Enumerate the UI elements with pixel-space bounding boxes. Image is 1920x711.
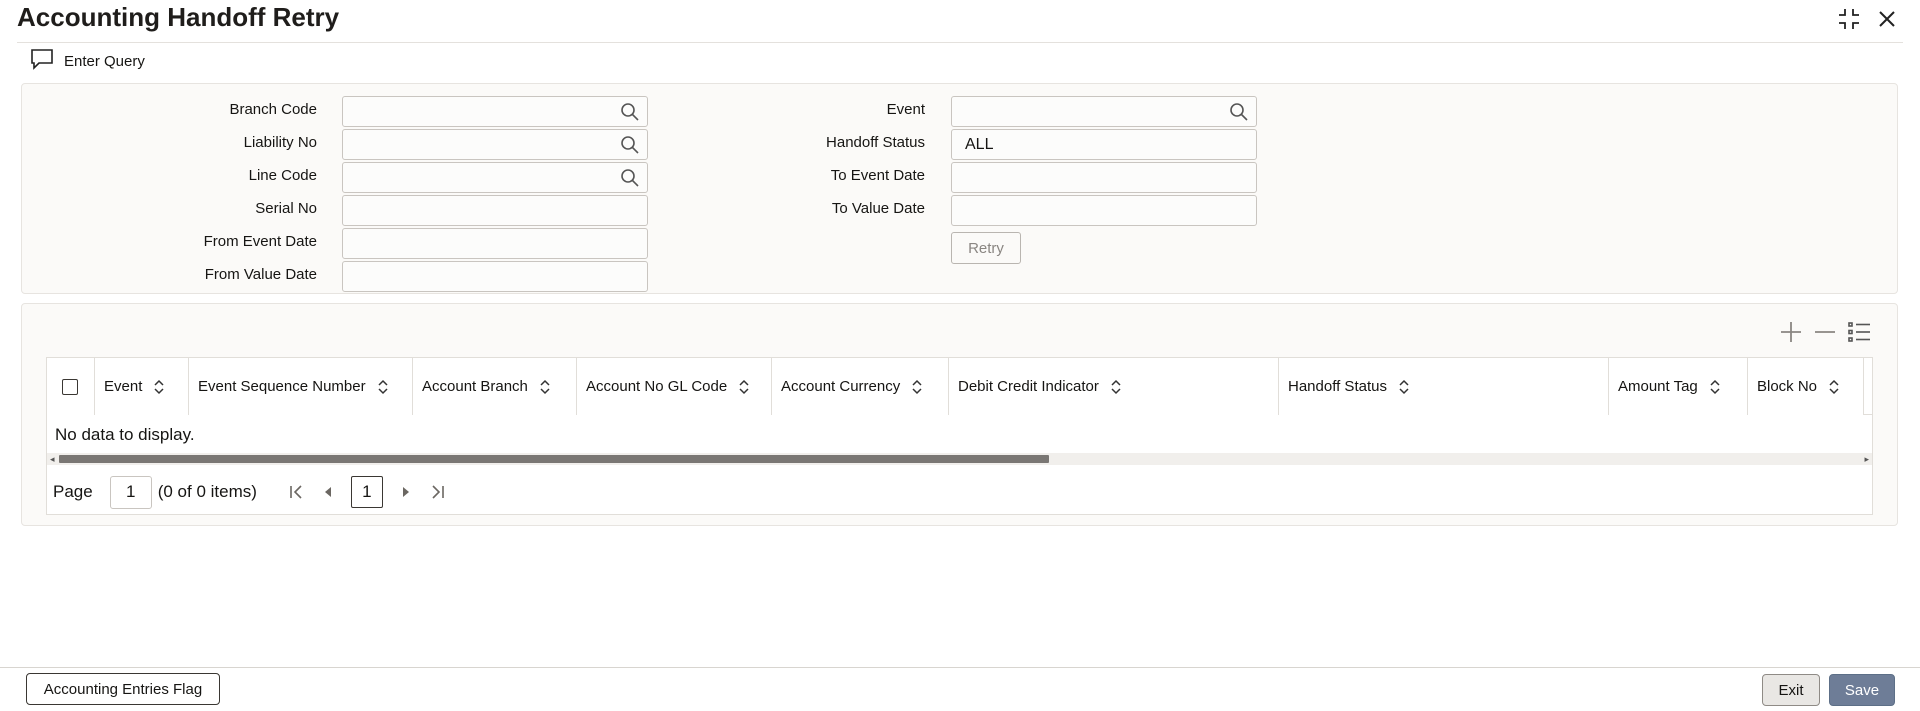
sort-icon[interactable] (538, 379, 552, 395)
column-header-block-no[interactable]: Block No (1748, 358, 1864, 415)
accounting-entries-flag-button[interactable]: Accounting Entries Flag (26, 673, 220, 705)
search-icon[interactable] (620, 102, 640, 122)
serial-no-input[interactable] (342, 195, 648, 226)
column-list-icon[interactable] (1846, 319, 1872, 345)
enter-query-label: Enter Query (64, 52, 145, 70)
line-code-label: Line Code (248, 167, 317, 184)
event-label: Event (886, 101, 925, 118)
column-label: Amount Tag (1618, 378, 1698, 395)
scrollbar-thumb[interactable] (59, 455, 1049, 463)
liability-no-label: Liability No (243, 134, 317, 151)
handoff-status-select[interactable]: ALL (951, 129, 1257, 160)
footer-divider (0, 667, 1920, 668)
column-label: Account No GL Code (586, 378, 728, 395)
handoff-status-value: ALL (965, 135, 994, 153)
column-header-event[interactable]: Event (95, 358, 189, 415)
enter-query-button[interactable]: Enter Query (30, 48, 145, 74)
remove-icon[interactable] (1812, 319, 1838, 345)
sort-icon[interactable] (1397, 379, 1411, 395)
column-header-account-no-gl-code[interactable]: Account No GL Code (577, 358, 772, 415)
column-label: Handoff Status (1288, 378, 1387, 395)
sort-icon[interactable] (737, 379, 751, 395)
column-header-account-currency[interactable]: Account Currency (772, 358, 949, 415)
to-value-date-input[interactable] (951, 195, 1257, 226)
horizontal-scrollbar[interactable]: ◂ ▸ (47, 453, 1872, 465)
column-header-handoff-status[interactable]: Handoff Status (1279, 358, 1609, 415)
from-value-date-label: From Value Date (204, 266, 317, 283)
search-icon[interactable] (620, 168, 640, 188)
sort-icon[interactable] (1109, 379, 1123, 395)
sort-icon[interactable] (152, 379, 166, 395)
line-code-input[interactable] (342, 162, 648, 193)
sort-icon[interactable] (1827, 379, 1841, 395)
window-controls (1836, 6, 1900, 32)
page-title: Accounting Handoff Retry (17, 2, 340, 32)
from-event-date-label: From Event Date (203, 233, 317, 250)
branch-code-input[interactable] (342, 96, 648, 127)
collapse-icon[interactable] (1836, 6, 1862, 32)
branch-code-label: Branch Code (229, 101, 317, 118)
scroll-right-icon[interactable]: ▸ (1864, 453, 1869, 465)
save-button[interactable]: Save (1829, 674, 1895, 706)
previous-page-icon[interactable] (319, 483, 337, 501)
comment-icon (30, 48, 54, 74)
sort-icon[interactable] (376, 379, 390, 395)
handoff-status-label: Handoff Status (826, 134, 925, 151)
sort-icon[interactable] (910, 379, 924, 395)
to-event-date-input[interactable] (951, 162, 1257, 193)
pagination: Page 1 (0 of 0 items) 1 (53, 475, 447, 509)
close-icon[interactable] (1874, 6, 1900, 32)
search-icon[interactable] (1229, 102, 1249, 122)
from-value-date-input[interactable] (342, 261, 648, 292)
liability-no-input[interactable] (342, 129, 648, 160)
search-icon[interactable] (620, 135, 640, 155)
title-divider (17, 42, 1903, 43)
column-label: Debit Credit Indicator (958, 378, 1099, 395)
add-icon[interactable] (1778, 319, 1804, 345)
column-label: Block No (1757, 378, 1818, 395)
select-all-checkbox-cell (47, 358, 95, 415)
results-table: Event Event Sequence Number Account Bran… (46, 357, 1873, 515)
empty-message: No data to display. (55, 425, 195, 444)
items-count: (0 of 0 items) (157, 482, 257, 501)
column-header-amount-tag[interactable]: Amount Tag (1609, 358, 1748, 415)
page-label: Page (53, 482, 93, 501)
exit-button[interactable]: Exit (1762, 674, 1820, 706)
to-event-date-label: To Event Date (830, 167, 925, 184)
column-header-account-branch[interactable]: Account Branch (413, 358, 577, 415)
scroll-left-icon[interactable]: ◂ (50, 453, 55, 465)
last-page-icon[interactable] (429, 483, 447, 501)
column-header-event-sequence-number[interactable]: Event Sequence Number (189, 358, 413, 415)
column-label: Event Sequence Number (198, 378, 366, 395)
grid-toolbar (1778, 319, 1872, 345)
first-page-icon[interactable] (287, 483, 305, 501)
sort-icon[interactable] (1708, 379, 1722, 395)
column-header-debit-credit-indicator[interactable]: Debit Credit Indicator (949, 358, 1279, 415)
serial-no-label: Serial No (255, 200, 317, 217)
table-header: Event Event Sequence Number Account Bran… (47, 358, 1872, 415)
column-label: Account Currency (781, 378, 901, 395)
next-page-icon[interactable] (397, 483, 415, 501)
column-label: Account Branch (422, 378, 528, 395)
event-input[interactable] (951, 96, 1257, 127)
to-value-date-label: To Value Date (831, 200, 925, 217)
retry-button[interactable]: Retry (951, 232, 1021, 264)
page-number-input[interactable]: 1 (109, 475, 152, 509)
current-page[interactable]: 1 (350, 476, 383, 508)
select-all-checkbox[interactable] (62, 378, 78, 395)
column-label: Event (104, 378, 143, 395)
from-event-date-input[interactable] (342, 228, 648, 259)
